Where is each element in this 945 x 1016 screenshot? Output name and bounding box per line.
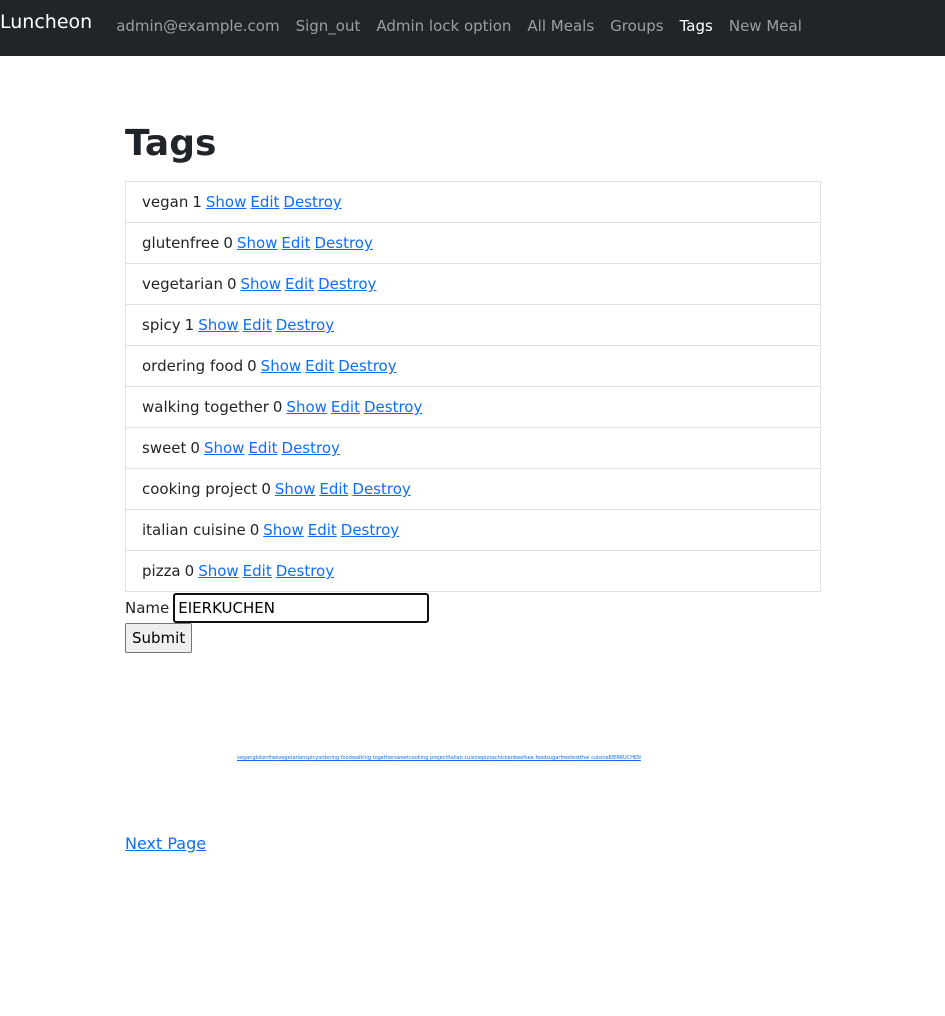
tag-cloud: veganglutenfreevegetarianspicyordering f… [237,755,641,761]
tag-row: vegetarian 0 Show Edit Destroy [126,263,820,304]
tag-count: 0 [190,439,200,457]
destroy-link[interactable]: Destroy [276,316,334,334]
destroy-link[interactable]: Destroy [283,193,341,211]
name-input[interactable] [173,592,430,623]
tag-count: 0 [261,480,271,498]
tag-cloud-link[interactable]: beef [514,755,525,761]
destroy-link[interactable]: Destroy [341,521,399,539]
destroy-link[interactable]: Destroy [282,439,340,457]
tag-name: ordering food [142,357,244,375]
nav-new-meal[interactable]: New Meal [729,17,802,35]
new-tag-form: Name Submit [125,592,821,653]
top-navbar: Luncheon admin@example.com Sign_out Admi… [0,0,945,56]
next-page-link[interactable]: Next Page [125,834,206,853]
show-link[interactable]: Show [204,439,244,457]
name-field-row: Name [125,592,821,623]
nav-groups[interactable]: Groups [610,17,663,35]
edit-link[interactable]: Edit [243,316,272,334]
tag-name: italian cuisine [142,521,246,539]
destroy-link[interactable]: Destroy [314,234,372,252]
tag-cloud-link[interactable]: EIERKUCHEN [609,755,641,761]
tag-count: 0 [272,398,283,416]
tag-count: 1 [192,193,202,211]
tag-row: vegan 1 Show Edit Destroy [126,182,820,222]
edit-link[interactable]: Edit [248,439,277,457]
show-link[interactable]: Show [237,234,277,252]
show-link[interactable]: Show [206,193,246,211]
tag-row: sweet 0 Show Edit Destroy [126,427,820,468]
tag-count: 0 [184,562,195,580]
show-link[interactable]: Show [263,521,303,539]
tag-count: 0 [247,357,257,375]
tag-row: spicy 1 Show Edit Destroy [126,304,820,345]
show-link[interactable]: Show [286,398,326,416]
tag-cloud-link[interactable]: chicken [495,755,514,761]
show-link[interactable]: Show [275,480,315,498]
nav-links: admin@example.com Sign_out Admin lock op… [116,0,802,35]
edit-link[interactable]: Edit [243,562,272,580]
tag-list: vegan 1 Show Edit Destroy glutenfree 0 Show Edit… [125,181,821,592]
edit-link[interactable]: Edit [281,234,310,252]
tag-name: vegetarian [142,275,223,293]
destroy-link[interactable]: Destroy [338,357,396,375]
tag-cloud-link[interactable]: italian cuisine [447,755,482,761]
tag-cloud-link[interactable]: sea food [525,755,546,761]
tag-cloud-link[interactable]: vegan [237,755,252,761]
tag-cloud-link[interactable]: cooking project [409,755,447,761]
destroy-link[interactable]: Destroy [318,275,376,293]
tag-name: pizza [142,562,181,580]
show-link[interactable]: Show [198,316,238,334]
show-link[interactable]: Show [241,275,281,293]
nav-all-meals[interactable]: All Meals [527,17,594,35]
tag-count: 0 [223,234,233,252]
tag-name: vegan [142,193,189,211]
destroy-link[interactable]: Destroy [276,562,334,580]
nav-user-email[interactable]: admin@example.com [116,17,279,35]
edit-link[interactable]: Edit [250,193,279,211]
brand-logo[interactable]: Luncheon [0,0,92,33]
name-label: Name [125,598,170,617]
tag-row: italian cuisine 0 Show Edit Destroy [126,509,820,550]
tag-cloud-link[interactable]: sweet [394,755,409,761]
edit-link[interactable]: Edit [308,521,337,539]
tag-cloud-link[interactable]: pizza [482,755,495,761]
show-link[interactable]: Show [261,357,301,375]
tag-name: sweet [142,439,187,457]
tag-row: ordering food 0 Show Edit Destroy [126,345,820,386]
tag-cloud-link[interactable]: sugarfree [546,755,570,761]
nav-admin-lock-option[interactable]: Admin lock option [376,17,511,35]
tag-count: 1 [184,316,195,334]
tag-cloud-link[interactable]: test [570,755,580,761]
tag-cloud-link[interactable]: spicy [305,755,318,761]
tag-cloud-link[interactable]: glutenfree [252,755,278,761]
tag-row: cooking project 0 Show Edit Destroy [126,468,820,509]
tag-cloud-link[interactable]: thai cuisine [580,755,609,761]
tag-name: walking together [142,398,269,416]
edit-link[interactable]: Edit [305,357,334,375]
edit-link[interactable]: Edit [319,480,348,498]
destroy-link[interactable]: Destroy [352,480,410,498]
tag-name: cooking project [142,480,258,498]
edit-link[interactable]: Edit [331,398,360,416]
tag-cloud-link[interactable]: ordering food [318,755,352,761]
submit-button[interactable]: Submit [125,623,193,653]
tag-count: 0 [226,275,237,293]
show-link[interactable]: Show [198,562,238,580]
tag-name: spicy [142,316,181,334]
tag-row: walking together 0 Show Edit Destroy [126,386,820,427]
main-content: Tags vegan 1 Show Edit Destroy glutenfree 0 Sho… [125,56,821,653]
tag-row: glutenfree 0 Show Edit Destroy [126,222,820,263]
tag-name: glutenfree [142,234,220,252]
tag-count: 0 [249,521,260,539]
tag-cloud-link[interactable]: walking together [352,755,394,761]
tag-row: pizza 0 Show Edit Destroy [126,550,820,591]
destroy-link[interactable]: Destroy [364,398,422,416]
page-title: Tags [125,123,217,164]
nav-tags[interactable]: Tags [680,17,713,35]
tag-cloud-link[interactable]: vegetarian [278,755,305,761]
edit-link[interactable]: Edit [285,275,314,293]
nav-sign-out[interactable]: Sign_out [296,17,361,35]
